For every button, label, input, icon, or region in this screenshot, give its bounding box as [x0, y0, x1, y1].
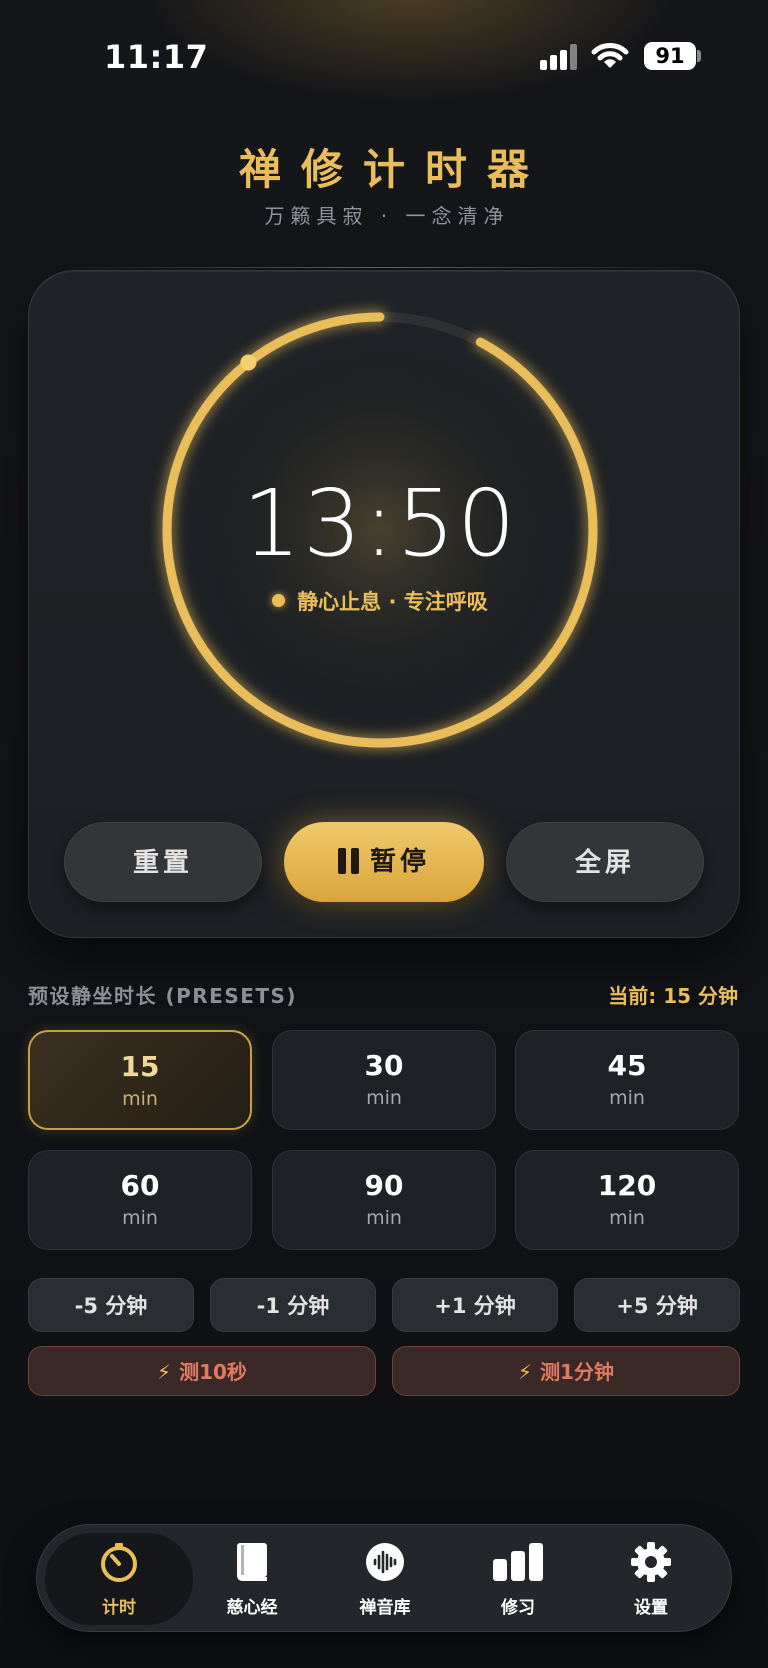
test-label: 测1分钟	[540, 1360, 614, 1384]
status-bar: 11:17 91	[0, 0, 768, 110]
pause-icon	[337, 826, 364, 906]
lightning-icon: ⚡	[157, 1360, 172, 1384]
app-subtitle: 万籁具寂 · 一念清净	[264, 204, 510, 228]
preset-unit: min	[122, 1207, 158, 1229]
preset-60-button[interactable]: 60 min	[28, 1150, 252, 1250]
minus-1-min-button[interactable]: -1 分钟	[210, 1278, 376, 1332]
preset-unit: min	[366, 1087, 402, 1109]
preset-value: 90	[364, 1169, 404, 1202]
gear-icon	[631, 1542, 671, 1582]
preset-unit: min	[366, 1207, 402, 1229]
tab-timer[interactable]: 计时	[52, 1525, 186, 1633]
plus-1-min-button[interactable]: +1 分钟	[392, 1278, 558, 1332]
sound-wave-icon	[366, 1543, 404, 1581]
preset-value: 45	[607, 1049, 647, 1082]
pause-label: 暂停	[369, 847, 430, 877]
minus-5-min-button[interactable]: -5 分钟	[28, 1278, 194, 1332]
preset-value: 30	[364, 1049, 404, 1082]
tab-settings[interactable]: 设置	[584, 1525, 718, 1633]
tab-metta-sutta[interactable]: 慈心经	[185, 1525, 319, 1633]
book-icon	[237, 1543, 267, 1581]
bar-chart-icon	[493, 1543, 543, 1581]
test-10-sec-button[interactable]: ⚡ 测10秒	[28, 1346, 376, 1396]
preset-value: 60	[120, 1169, 160, 1202]
tab-label: 设置	[634, 1598, 668, 1618]
tab-practice[interactable]: 修习	[451, 1525, 585, 1633]
preset-unit: min	[609, 1207, 645, 1229]
ring-progress-head	[240, 354, 257, 371]
plus-5-min-button[interactable]: +5 分钟	[574, 1278, 740, 1332]
cellular-signal-icon	[540, 44, 580, 70]
presets-current: 当前: 15 分钟	[608, 984, 738, 1008]
preset-30-button[interactable]: 30 min	[272, 1030, 496, 1130]
status-time: 11:17	[104, 38, 209, 76]
preset-120-button[interactable]: 120 min	[515, 1150, 739, 1250]
header-divider	[56, 267, 712, 268]
battery-indicator: 91	[644, 42, 696, 70]
reset-button[interactable]: 重置	[64, 822, 262, 902]
tab-bar: 计时 慈心经 禅音库 修习 设置	[36, 1524, 732, 1632]
preset-90-button[interactable]: 90 min	[272, 1150, 496, 1250]
status-dot	[272, 594, 286, 607]
preset-45-button[interactable]: 45 min	[515, 1030, 739, 1130]
status-text: 静心止息 · 专注呼吸	[297, 590, 488, 614]
preset-unit: min	[609, 1087, 645, 1109]
tab-zen-sounds[interactable]: 禅音库	[318, 1525, 452, 1633]
tab-label: 禅音库	[359, 1598, 411, 1618]
fullscreen-button[interactable]: 全屏	[506, 822, 704, 902]
lightning-icon: ⚡	[518, 1360, 533, 1384]
wifi-icon	[591, 43, 629, 68]
preset-value: 15	[120, 1050, 160, 1083]
preset-15-button[interactable]: 15 min	[28, 1030, 252, 1130]
battery-cap	[697, 50, 701, 62]
tab-label: 计时	[102, 1598, 136, 1618]
test-1-min-button[interactable]: ⚡ 测1分钟	[392, 1346, 740, 1396]
app-title: 禅修计时器	[238, 145, 549, 194]
meditation-status: 静心止息 · 专注呼吸	[150, 586, 610, 616]
preset-value: 120	[597, 1169, 657, 1202]
presets-label: 预设静坐时长 (PRESETS)	[28, 984, 298, 1008]
pause-button[interactable]: 暂停	[284, 822, 484, 902]
tab-label: 修习	[501, 1598, 535, 1618]
countdown-time: 13:50	[242, 470, 518, 577]
test-label: 测10秒	[179, 1360, 247, 1384]
tab-label: 慈心经	[226, 1598, 278, 1618]
preset-unit: min	[122, 1088, 158, 1110]
timer-icon	[101, 1543, 137, 1582]
